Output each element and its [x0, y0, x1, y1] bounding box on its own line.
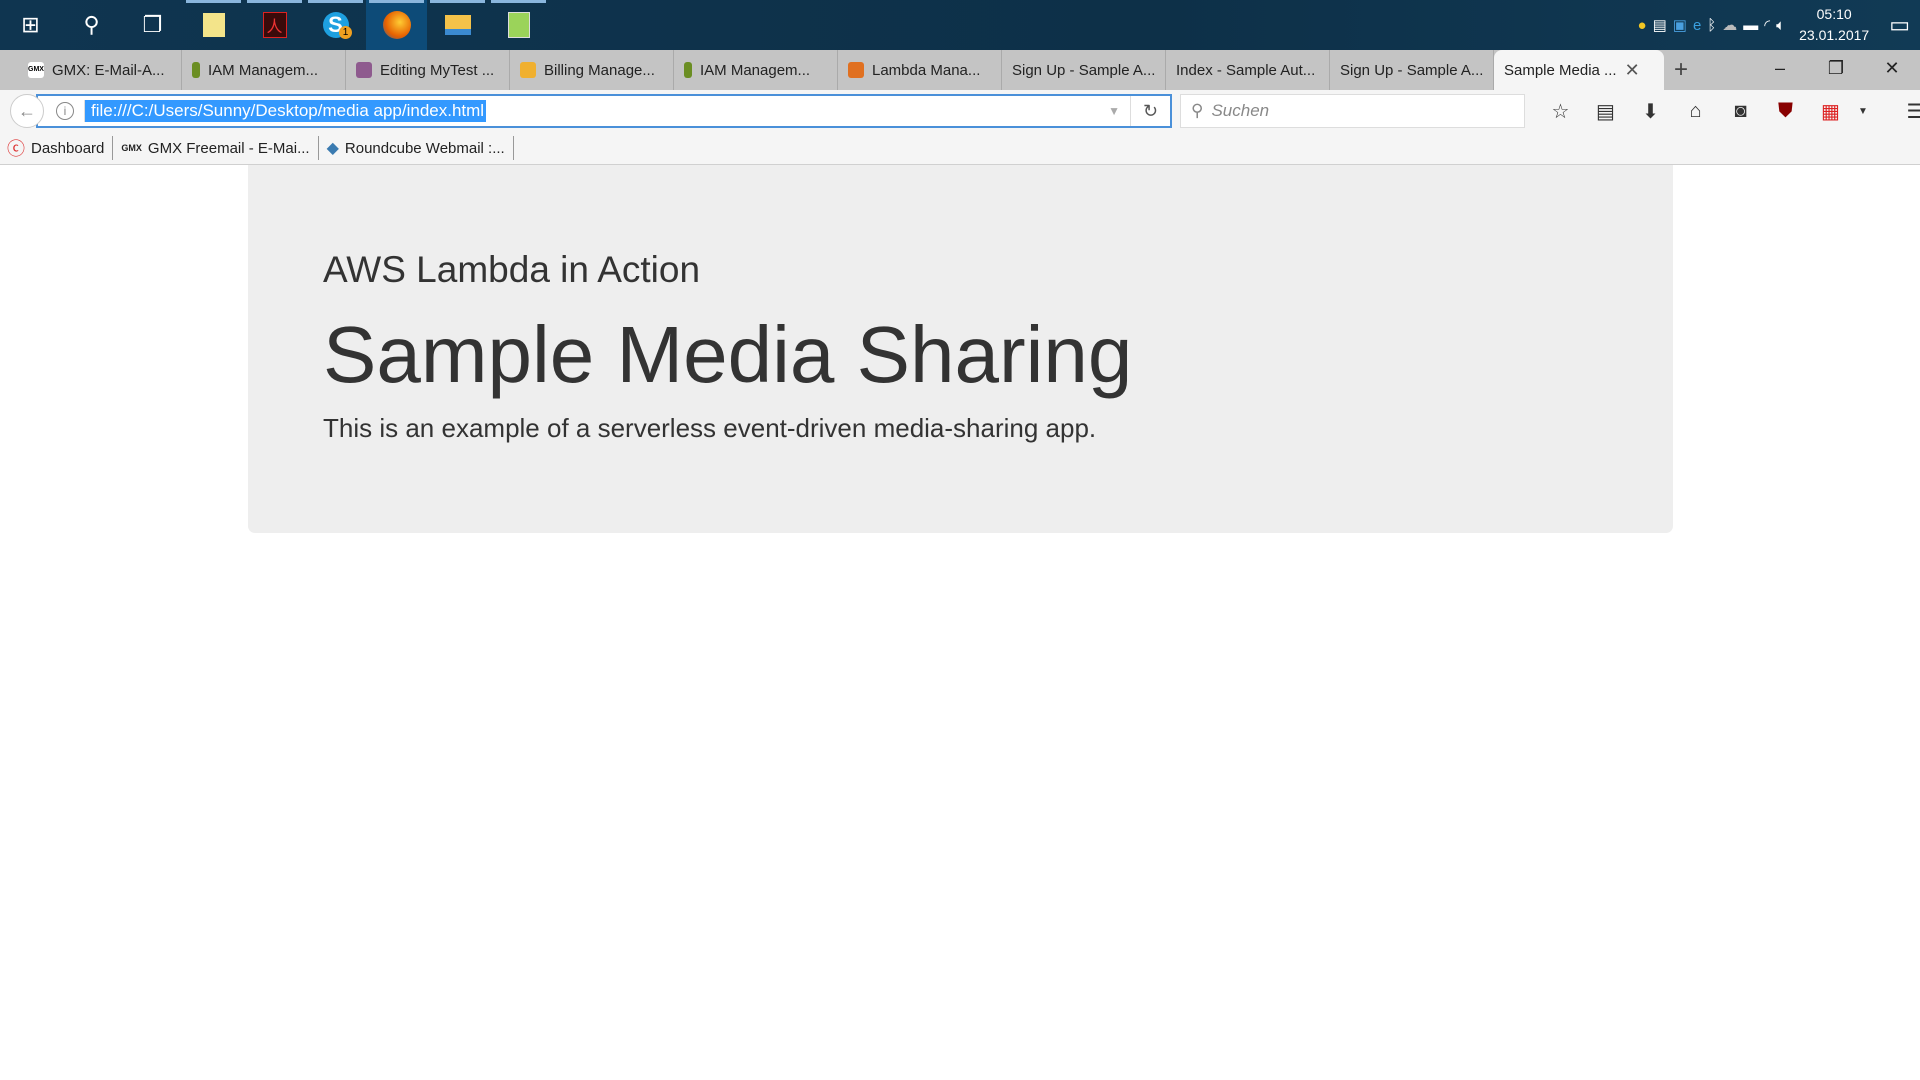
skype-badge: 1 — [339, 26, 352, 39]
billing-favicon-icon — [520, 62, 536, 78]
extension-dropdown-icon[interactable]: ▼ — [1853, 106, 1873, 117]
task-view-button[interactable]: ❐ — [122, 0, 183, 50]
download-icon[interactable]: ⬇ — [1628, 99, 1673, 124]
tab[interactable]: IAM Managem... — [674, 50, 838, 90]
start-button[interactable]: ⊞ — [0, 0, 61, 50]
notepad-plus-button[interactable] — [488, 0, 549, 50]
onedrive-icon[interactable]: ☁ — [1722, 16, 1737, 34]
battery-icon[interactable]: ▬ — [1743, 17, 1758, 34]
sticky-notes-icon — [202, 13, 225, 37]
key-favicon-icon — [192, 62, 200, 78]
tab[interactable]: Billing Manage... — [510, 50, 674, 90]
notification-app-icon[interactable]: ● — [1638, 17, 1647, 34]
bookmark-roundcube[interactable]: ◆ Roundcube Webmail :... — [319, 136, 514, 160]
firefox-icon — [382, 11, 411, 39]
system-tray: ● ▤ ▣ e ᛒ ☁ ▬ ◜ 🔈︎ 05:10 23.01.2017 ▭ — [1638, 0, 1920, 50]
minimize-icon[interactable]: – — [1752, 50, 1808, 86]
bookmark-gmx[interactable]: GMX GMX Freemail - E-Mai... — [113, 136, 319, 160]
bookmark-dashboard[interactable]: ⓒ Dashboard — [5, 136, 114, 160]
tab[interactable]: Lambda Mana... — [838, 50, 1002, 90]
back-button[interactable]: ← — [10, 94, 44, 128]
tab[interactable]: Index - Sample Aut... — [1166, 50, 1330, 90]
tab-active[interactable]: Sample Media ... ✕ — [1494, 50, 1664, 90]
new-tab-button[interactable]: + — [1664, 50, 1698, 90]
page-title: Sample Media Sharing — [323, 310, 1133, 399]
bluetooth-icon[interactable]: ᛒ — [1707, 17, 1716, 34]
page-description: This is an example of a serverless event… — [323, 413, 1097, 443]
roundcube-icon: ◆ — [326, 140, 339, 157]
home-icon[interactable]: ⌂ — [1673, 100, 1718, 123]
tab[interactable]: IAM Managem... — [182, 50, 346, 90]
sticky-notes-button[interactable] — [183, 0, 244, 50]
skype-button[interactable]: S1 — [305, 0, 366, 50]
bookmark-star-icon[interactable]: ☆ — [1538, 99, 1583, 124]
pocket-icon[interactable]: ◙ — [1718, 100, 1763, 123]
page-subtitle: AWS Lambda in Action — [323, 249, 701, 290]
search-input[interactable]: ⚲ Suchen — [1180, 94, 1525, 128]
search-icon: ⚲ — [1191, 101, 1204, 120]
folder-icon — [444, 15, 471, 35]
action-center-icon[interactable]: ▭ — [1889, 12, 1910, 38]
plus-icon: + — [1674, 56, 1689, 83]
edge-app-icon[interactable]: e — [1693, 17, 1701, 34]
info-icon[interactable]: i — [56, 102, 74, 120]
acrobat-button[interactable]: 人 — [244, 0, 305, 50]
gmx-icon: GMX — [121, 143, 142, 153]
navigation-toolbar: ← i file:///C:/Users/Sunny/Desktop/media… — [0, 90, 1920, 132]
firefox-button[interactable] — [366, 0, 427, 50]
clock[interactable]: 05:10 23.01.2017 — [1799, 4, 1869, 46]
url-bar[interactable]: i file:///C:/Users/Sunny/Desktop/media a… — [36, 94, 1172, 128]
search-button[interactable]: ⚲ — [61, 0, 122, 50]
notepad-icon — [507, 12, 530, 38]
dashboard-icon: ⓒ — [7, 139, 25, 159]
toolbar-icons: ☆ ▤ ⬇ ⌂ ◙ ⛊ ▦ ▼ ☰ — [1538, 90, 1920, 132]
tab[interactable]: Sign Up - Sample A... — [1330, 50, 1494, 90]
jumbotron: AWS Lambda in Action Sample Media Sharin… — [248, 165, 1673, 533]
windows-taskbar: ⊞ ⚲ ❐ 人 S1 ● ▤ ▣ e ᛒ ☁ ▬ ◜ 🔈︎ 05:10 23.01… — [0, 0, 1920, 50]
extension-icon[interactable]: ▦ — [1808, 99, 1853, 124]
tab[interactable]: Sign Up - Sample A... — [1002, 50, 1166, 90]
tab[interactable]: GMX GMX: E-Mail-A... — [18, 50, 182, 90]
window-controls: – ❐ ✕ — [1752, 50, 1920, 86]
url-text[interactable]: file:///C:/Users/Sunny/Desktop/media app… — [84, 100, 487, 122]
key-favicon-icon — [684, 62, 692, 78]
close-window-icon[interactable]: ✕ — [1864, 50, 1920, 86]
wifi-icon[interactable]: ◜ — [1764, 16, 1770, 34]
windows-icon: ⊞ — [21, 12, 40, 37]
reading-list-icon[interactable]: ▤ — [1583, 99, 1628, 124]
editor-favicon-icon — [356, 62, 372, 78]
lambda-favicon-icon — [848, 62, 864, 78]
reload-icon[interactable]: ↻ — [1130, 96, 1170, 126]
volume-icon[interactable]: 🔈︎ — [1776, 17, 1785, 34]
file-explorer-button[interactable] — [427, 0, 488, 50]
menu-icon[interactable]: ☰ — [1893, 99, 1920, 124]
close-tab-icon[interactable]: ✕ — [1625, 60, 1640, 81]
server-icon[interactable]: ▤ — [1653, 16, 1667, 34]
task-view-icon: ❐ — [142, 12, 163, 37]
dropdown-arrow-icon[interactable]: ▼ — [1108, 104, 1120, 118]
restore-icon[interactable]: ❐ — [1808, 50, 1864, 86]
browser-tab-bar: GMX GMX: E-Mail-A... IAM Managem... Editi… — [0, 50, 1920, 90]
bookmarks-toolbar: ⓒ Dashboard GMX GMX Freemail - E-Mai... ◆ R… — [0, 132, 1920, 165]
tab[interactable]: Editing MyTest ... — [346, 50, 510, 90]
search-icon: ⚲ — [83, 12, 100, 37]
arrow-left-icon: ← — [18, 100, 36, 121]
acrobat-icon: 人 — [262, 12, 287, 38]
network-app-icon[interactable]: ▣ — [1673, 16, 1687, 34]
gmx-favicon-icon: GMX — [28, 62, 44, 78]
ublock-icon[interactable]: ⛊ — [1763, 100, 1808, 123]
